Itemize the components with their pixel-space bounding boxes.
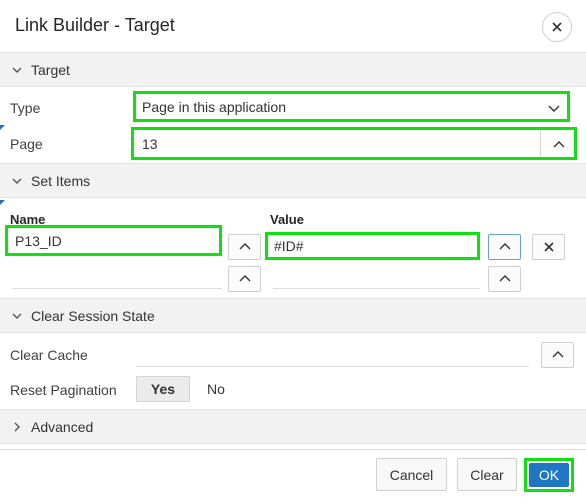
chevron-down-icon (548, 105, 560, 112)
chevron-up-icon (552, 351, 563, 358)
required-marker (0, 125, 5, 130)
ok-button[interactable]: OK (524, 458, 574, 492)
chevron-down-icon (12, 67, 22, 73)
dialog-title: Link Builder - Target (15, 15, 175, 35)
chevron-up-icon (499, 275, 510, 282)
type-label: Type (10, 100, 41, 116)
item-name-input[interactable]: P13_ID (5, 225, 222, 256)
section-clear-session-state[interactable]: Clear Session State (0, 298, 586, 333)
item-value-value: #ID# (274, 238, 304, 254)
chevron-up-icon (499, 243, 510, 250)
section-advanced[interactable]: Advanced (0, 409, 586, 444)
chevron-up-icon (239, 243, 250, 250)
section-set-items-label: Set Items (31, 172, 91, 189)
chevron-down-icon (12, 313, 22, 319)
item-value-lov-button-2[interactable] (488, 266, 521, 292)
section-advanced-label: Advanced (31, 418, 94, 435)
cancel-button[interactable]: Cancel (376, 458, 447, 491)
section-set-items[interactable]: Set Items (0, 163, 586, 198)
footer-divider (0, 449, 586, 450)
item-value-lov-button[interactable] (488, 234, 521, 260)
close-icon (552, 22, 562, 32)
section-target-label: Target (31, 61, 70, 78)
close-button[interactable] (542, 12, 572, 42)
close-icon (543, 242, 554, 252)
chevron-up-icon[interactable] (553, 139, 565, 151)
remove-item-button[interactable] (532, 234, 565, 260)
page-label: Page (10, 136, 43, 152)
section-target[interactable]: Target (0, 52, 586, 87)
page-input[interactable]: 13 (131, 127, 577, 160)
clear-button[interactable]: Clear (457, 458, 517, 491)
item-value-input-2[interactable] (273, 288, 480, 289)
chevron-right-icon (14, 422, 20, 431)
item-name-value: P13_ID (15, 232, 62, 249)
page-input-divider (540, 130, 541, 157)
reset-pagination-yes[interactable]: Yes (136, 376, 190, 402)
reset-pagination-no[interactable]: No (207, 381, 225, 397)
chevron-up-icon (239, 275, 250, 282)
item-name-lov-button[interactable] (228, 234, 261, 260)
section-clear-session-label: Clear Session State (31, 307, 155, 324)
item-name-input-2[interactable] (12, 288, 222, 289)
page-input-value: 13 (142, 135, 158, 152)
clear-cache-input[interactable] (137, 366, 529, 367)
item-name-lov-button-2[interactable] (228, 266, 261, 292)
item-value-input[interactable]: #ID# (265, 232, 480, 260)
reset-pagination-label: Reset Pagination (10, 382, 117, 398)
clear-cache-label: Clear Cache (10, 347, 88, 363)
type-select-value: Page in this application (142, 98, 286, 115)
required-marker (0, 200, 5, 205)
chevron-down-icon (12, 178, 22, 184)
clear-cache-lov-button[interactable] (541, 342, 574, 368)
ok-button-label: OK (529, 463, 569, 487)
type-select[interactable]: Page in this application (133, 91, 570, 122)
value-header: Value (270, 212, 304, 227)
